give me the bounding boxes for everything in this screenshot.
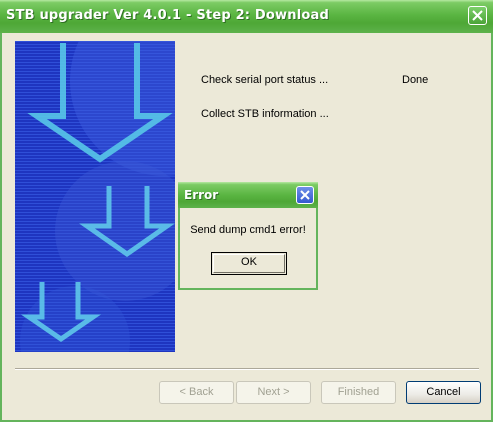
close-icon <box>300 190 310 200</box>
finished-button[interactable]: Finished <box>321 381 396 404</box>
ok-button-label: OK <box>241 256 257 268</box>
next-button[interactable]: Next > <box>236 381 311 404</box>
back-button[interactable]: < Back <box>159 381 234 404</box>
error-dialog-title-bar[interactable]: Error <box>178 182 318 208</box>
status-value-serial: Done <box>402 74 429 86</box>
ok-button[interactable]: OK <box>211 252 287 275</box>
separator <box>15 368 479 370</box>
status-label-stb-info: Collect STB information ... <box>201 108 329 120</box>
error-message: Send dump cmd1 error! <box>190 224 306 236</box>
cancel-button[interactable]: Cancel <box>406 381 481 404</box>
wizard-banner-image <box>15 41 175 352</box>
window-title: STB upgrader Ver 4.0.1 - Step 2: Downloa… <box>6 8 329 23</box>
error-dialog-close-button[interactable] <box>296 186 314 204</box>
close-icon <box>472 10 483 21</box>
banner-graphic <box>15 41 175 352</box>
title-bar[interactable]: STB upgrader Ver 4.0.1 - Step 2: Downloa… <box>0 0 493 33</box>
error-dialog-title: Error <box>184 188 219 202</box>
close-button[interactable] <box>468 6 487 25</box>
status-label-serial: Check serial port status ... <box>201 74 329 86</box>
error-dialog: Error Send dump cmd1 error! OK <box>178 182 318 290</box>
